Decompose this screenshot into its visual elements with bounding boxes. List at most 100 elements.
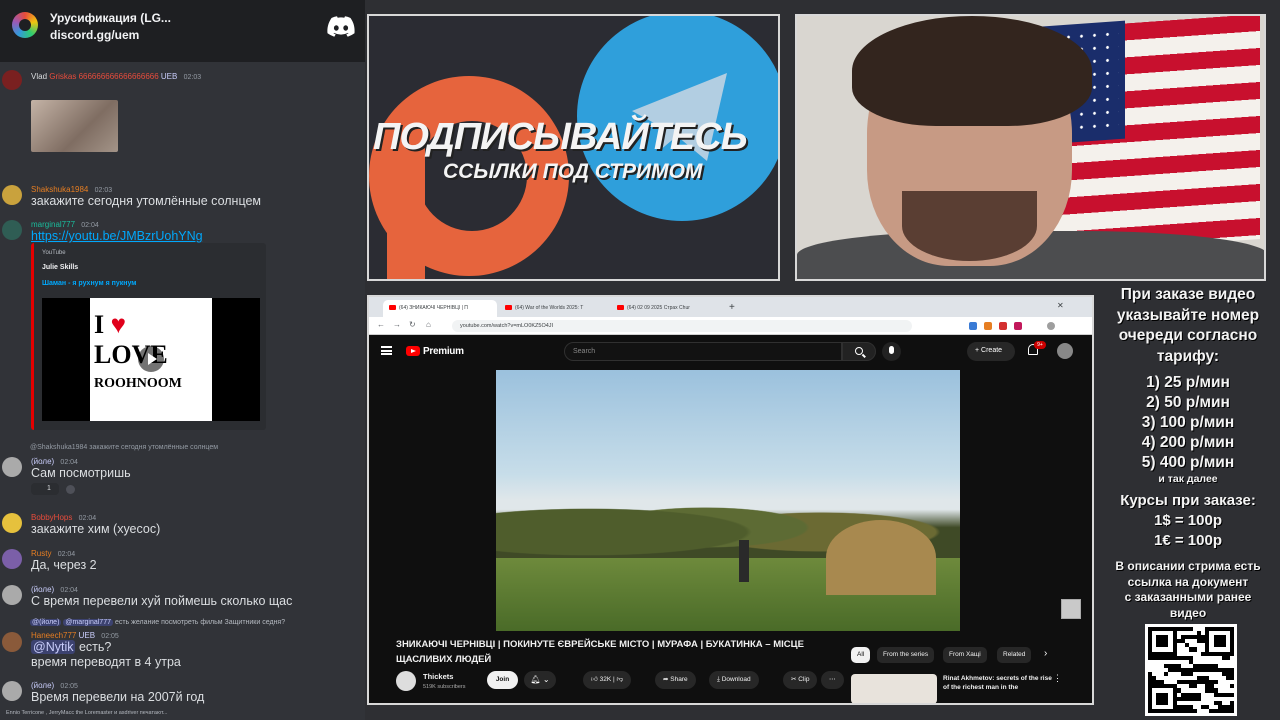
user-badge: UEB <box>78 631 96 640</box>
reply-preview[interactable]: @Shakshuka1984 закажите сегодня утомлённ… <box>30 444 218 451</box>
avatar[interactable] <box>2 457 22 477</box>
typing-indicator: Ennio Terricone , JerryMacc the Loremast… <box>6 710 168 716</box>
more-icon[interactable]: ⋮ <box>1053 673 1062 684</box>
create-button[interactable]: + Create <box>967 342 1015 361</box>
username[interactable]: marginal777 02:04 <box>31 220 99 229</box>
username[interactable]: Vlad Griskas 666666666666666666 UEB 02:0… <box>31 72 201 81</box>
username[interactable]: (йоле) 02:04 <box>31 585 78 594</box>
forward-icon[interactable]: → <box>393 320 401 329</box>
add-reaction-icon[interactable] <box>66 485 75 494</box>
channel-watermark-icon[interactable] <box>1061 599 1081 619</box>
server-name: Урусификация (LG... <box>50 11 171 25</box>
youtube-logo-icon[interactable] <box>406 346 420 356</box>
search-button[interactable] <box>842 342 876 361</box>
timestamp: 02:04 <box>60 459 78 466</box>
more-actions-button[interactable]: ⋯ <box>821 671 844 689</box>
username[interactable]: BobbyHops 02:04 <box>31 513 96 522</box>
avatar[interactable] <box>2 513 22 533</box>
back-icon[interactable]: ← <box>377 320 385 329</box>
chip-related[interactable]: Related <box>997 647 1032 663</box>
avatar[interactable] <box>2 585 22 605</box>
message-text: Да, через 2 <box>31 558 97 572</box>
message-text: Сам посмотришь <box>31 466 131 480</box>
extension-icon[interactable] <box>1014 322 1022 330</box>
embed-title[interactable]: Шаман - я рухнум я пукнум <box>42 280 136 287</box>
home-icon[interactable]: ⌂ <box>426 320 431 329</box>
search-input[interactable]: Search <box>564 342 842 361</box>
message-link[interactable]: https://youtu.be/JMBzrUohYNg <box>31 229 203 243</box>
image-attachment[interactable] <box>31 100 118 152</box>
mention[interactable]: @Nytik <box>31 640 76 654</box>
share-button[interactable]: ➦ Share <box>655 671 696 689</box>
username-text: (йоле) <box>31 681 55 690</box>
username[interactable]: Haneech777 UEB 02:05 <box>31 631 119 640</box>
play-icon[interactable] <box>138 346 164 372</box>
thumbnail-text-3: ROOHNOOM <box>94 376 182 391</box>
video-player[interactable] <box>369 366 1092 631</box>
profile-icon[interactable] <box>1047 322 1055 330</box>
reply-preview[interactable]: @(йоле) @marginal777 есть желание посмот… <box>30 619 285 626</box>
avatar[interactable] <box>2 549 22 569</box>
like-button[interactable]: 👍︎ 32K | 👎︎ <box>583 671 632 689</box>
username[interactable]: Shakshuka1984 02:03 <box>31 185 112 194</box>
username-text: marginal777 <box>31 220 76 229</box>
qr-code <box>1145 624 1237 716</box>
chip-all[interactable]: All <box>851 647 871 663</box>
avatar[interactable] <box>2 70 22 90</box>
server-invite-link[interactable]: discord.gg/uem <box>50 28 139 42</box>
join-button[interactable]: Join <box>487 671 518 689</box>
clip-button[interactable]: ✂ Clip <box>783 671 818 689</box>
menu-icon[interactable] <box>381 346 392 355</box>
video-haystack <box>826 520 936 595</box>
avatar[interactable] <box>2 632 22 652</box>
browser-tab[interactable]: (64) War of the Worlds 2025: T <box>499 300 609 317</box>
new-tab-button[interactable]: + <box>729 302 735 313</box>
extension-icon[interactable] <box>984 322 992 330</box>
server-icon[interactable] <box>12 12 38 38</box>
chevron-right-icon[interactable]: › <box>1044 648 1047 659</box>
channel-name[interactable]: Thickets <box>423 672 453 681</box>
avatar[interactable] <box>2 681 22 701</box>
username[interactable]: (йоле) 02:05 <box>31 681 78 690</box>
chip-from-series[interactable]: From the series <box>877 647 935 663</box>
avatar[interactable] <box>2 185 22 205</box>
youtube-brand[interactable]: Premium <box>423 346 464 357</box>
browser-tab[interactable]: (64) ЗНИКАЮЧІ ЧЕРНІВЦІ | П <box>383 300 497 317</box>
youtube-embed[interactable]: YouTube Julie Skills Шаман - я рухнум я … <box>31 243 266 430</box>
browser-tab[interactable]: (64) 02 09 2025 Страх Chur <box>611 300 725 317</box>
heart-icon: ♥ <box>110 310 127 339</box>
mic-icon[interactable] <box>882 342 901 361</box>
username[interactable]: Rusty 02:04 <box>31 549 75 558</box>
avatar[interactable] <box>1057 343 1073 359</box>
reaction[interactable]: 1 <box>31 483 59 495</box>
chip-from-channel[interactable]: From Хащі <box>943 647 987 663</box>
video-title: ЗНИКАЮЧІ ЧЕРНІВЦІ | ПОКИНУТЕ ЄВРЕЙСЬКЕ М… <box>396 639 804 665</box>
recommended-thumbnail[interactable] <box>851 674 937 703</box>
username-text: Haneech777 <box>31 631 77 640</box>
price-item: 3) 100 р/мин <box>1141 414 1235 431</box>
username-text: Vlad <box>31 72 48 81</box>
embed-author[interactable]: Julie Skills <box>42 264 78 271</box>
price-item: 1) 25 р/мин <box>1146 374 1230 391</box>
extension-icon[interactable] <box>999 322 1007 330</box>
reload-icon[interactable]: ↻ <box>409 320 416 329</box>
extension-icon[interactable] <box>969 322 977 330</box>
promo-subline: ССЫЛКИ ПОД СТРИМОМ <box>443 160 703 183</box>
video-frame[interactable] <box>496 370 960 631</box>
embed-thumbnail[interactable]: I ♥ LOVE ROOHNOOM <box>42 298 260 421</box>
timestamp: 02:05 <box>60 683 78 690</box>
subscription-bell-button[interactable]: 🔔︎ ⌄ <box>524 671 556 689</box>
download-button[interactable]: ⤓ Download <box>709 671 759 689</box>
thumbnail-text-1: I ♥ <box>94 310 127 339</box>
notification-badge: 9+ <box>1034 341 1046 349</box>
timestamp: 02:05 <box>101 633 119 640</box>
username[interactable]: (йоле) 02:04 <box>31 457 78 466</box>
message-text: закажите сегодня утомлённые солнцем <box>31 194 262 208</box>
recommended-title[interactable]: Rinat Akhmetov: secrets of the rise of t… <box>943 674 1053 692</box>
close-icon[interactable]: ✕ <box>1057 301 1064 310</box>
message-text: С время перевели хуй поймешь сколько щас <box>31 594 293 608</box>
avatar[interactable] <box>2 220 22 240</box>
url-field[interactable]: youtube.com/watch?v=mLO0KZ5O4JI <box>452 320 912 332</box>
channel-avatar[interactable] <box>396 671 416 691</box>
discord-chat-panel: Урусификация (LG... discord.gg/uem Vlad … <box>0 0 365 720</box>
